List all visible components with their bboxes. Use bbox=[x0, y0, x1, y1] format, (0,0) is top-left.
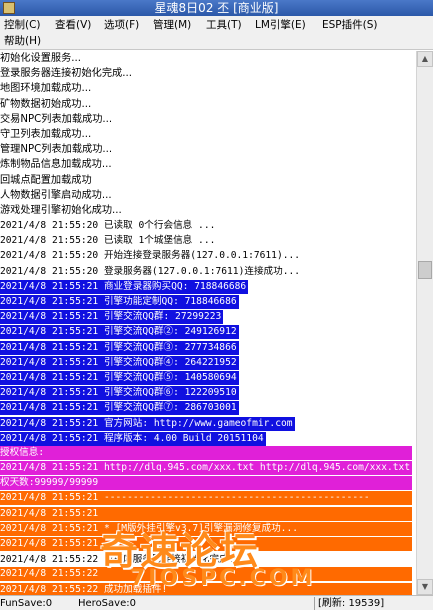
log-line: 2021/4/8 21:55:22 bbox=[0, 567, 416, 582]
log-line: 2021/4/8 21:55:21 引擎交流QQ群: 27299223 bbox=[0, 309, 416, 325]
log-line-text: 2021/4/8 21:55:21 http://dlq.945.com/xxx… bbox=[0, 461, 416, 476]
log-line-text: 2021/4/8 21:55:20 已读取 0个行会信息 ... bbox=[0, 220, 216, 232]
log-line: 2021/4/8 21:55:21 ----------------------… bbox=[0, 491, 416, 506]
log-line-text: 2021/4/8 21:55:22 数据库服务器连接初始化完成... bbox=[0, 554, 247, 566]
log-line: 2021/4/8 21:55:20 已读取 0个行会信息 ... bbox=[0, 218, 416, 233]
log-line-text: 人物数据引擎启动成功... bbox=[0, 189, 112, 201]
log-line: 2021/4/8 21:55:21 * [M版外挂引擎v3.7]引擎漏洞修复成功… bbox=[0, 521, 416, 537]
scrollbar-thumb[interactable] bbox=[418, 261, 432, 279]
menu-bar: 控制(C) 查看(V) 选项(F) 管理(M) 工具(T) LM引擎(E) ES… bbox=[0, 16, 433, 50]
log-line: 管理NPC列表加载成功... bbox=[0, 142, 416, 157]
log-line-text: 2021/4/8 21:55:21 bbox=[0, 506, 412, 521]
log-line-text: 2021/4/8 21:55:21 引擎交流QQ群⑦: 286703001 bbox=[0, 401, 239, 416]
log-line-text: 交易NPC列表加载成功... bbox=[0, 113, 113, 125]
log-line: 2021/4/8 21:55:21 bbox=[0, 506, 416, 522]
log-line-text: 2021/4/8 21:55:21 引擎交流QQ群④: 264221952 bbox=[0, 355, 239, 370]
menu-options[interactable]: 选项(F) bbox=[104, 18, 139, 32]
log-line: 回城点配置加载成功 bbox=[0, 173, 416, 188]
log-line: 初始化设置服务... bbox=[0, 51, 416, 66]
log-line: 2021/4/8 21:55:21 引擎交流QQ群③: 277734866 bbox=[0, 340, 416, 355]
log-line: 2021/4/8 21:55:21 引擎交流QQ群⑥: 122209510 bbox=[0, 385, 416, 401]
log-line-text: 2021/4/8 21:55:20 开始连接登录服务器(127.0.0.1:76… bbox=[0, 250, 301, 262]
log-line-text: 2021/4/8 21:55:20 登录服务器(127.0.0.1:7611)连… bbox=[0, 265, 301, 277]
menu-help[interactable]: 帮助(H) bbox=[4, 34, 41, 48]
log-line: 2021/4/8 21:55:21 引擎交流QQ群⑦: 286703001 bbox=[0, 400, 416, 416]
log-line: 2021/4/8 21:55:21 引擎交流QQ群⑤: 140580694 bbox=[0, 370, 416, 385]
log-line-text: 游戏处理引擎初始化成功... bbox=[0, 204, 122, 216]
log-line-text: 地图环境加载成功... bbox=[0, 83, 92, 95]
log-line-text: 2021/4/8 21:55:21 引擎交流QQ群: 27299223 bbox=[0, 310, 224, 325]
arrow-down-icon[interactable]: ▼ bbox=[417, 579, 433, 595]
log-line-text: 2021/4/8 21:55:21 引擎交流QQ群⑥: 122209510 bbox=[0, 386, 239, 401]
log-line: 炼制物品信息加载成功... bbox=[0, 157, 416, 172]
log-line: 2021/4/8 21:55:22 数据库服务器连接初始化完成... bbox=[0, 552, 416, 567]
log-line-text: 2021/4/8 21:55:21 程序版本: 4.00 Build 20151… bbox=[0, 431, 266, 446]
log-line: 2021/4/8 21:55:20 已读取 1个城堡信息 ... bbox=[0, 233, 416, 248]
log-line-text: 权天数:99999/99999 bbox=[0, 476, 412, 491]
log-line-text: 2021/4/8 21:55:21 引擎交流QQ群③: 277734866 bbox=[0, 340, 239, 355]
log-line-text: 登录服务器连接初始化完成... bbox=[0, 68, 132, 80]
log-line: 矿物数据初始成功... bbox=[0, 97, 416, 112]
log-line-text: 2021/4/8 21:55:20 已读取 1个城堡信息 ... bbox=[0, 235, 216, 247]
menu-control[interactable]: 控制(C) bbox=[4, 18, 41, 32]
log-line: 2021/4/8 21:55:20 登录服务器(127.0.0.1:7611)连… bbox=[0, 264, 416, 279]
log-line: 交易NPC列表加载成功... bbox=[0, 112, 416, 127]
log-line-text: 授权信息: bbox=[0, 445, 412, 460]
menu-lm-engine[interactable]: LM引擎(E) bbox=[255, 18, 306, 32]
log-line: 登录服务器连接初始化完成... bbox=[0, 66, 416, 81]
log-line: 游戏处理引擎初始化成功... bbox=[0, 203, 416, 218]
hero-save-status: HeroSave:0 bbox=[78, 598, 136, 609]
log-line-text: 2021/4/8 21:55:21 * [M版外挂引擎v3.7]引擎漏洞修复成功… bbox=[0, 521, 412, 536]
log-line-text: 初始化设置服务... bbox=[0, 53, 82, 64]
log-line: 2021/4/8 21:55:21 引擎交流QQ群④: 264221952 bbox=[0, 355, 416, 370]
log-line: 权天数:99999/99999 bbox=[0, 476, 416, 491]
log-line: 授权信息: bbox=[0, 445, 416, 461]
log-line: 2021/4/8 21:55:21 引擎交流QQ群②: 249126912 bbox=[0, 324, 416, 340]
log-line: 2021/4/8 21:55:21 引擎功能定制QQ: 718846686 bbox=[0, 294, 416, 309]
log-line: 2021/4/8 21:55:21 bbox=[0, 537, 416, 552]
log-line-text: 矿物数据初始成功... bbox=[0, 98, 92, 110]
menu-manage[interactable]: 管理(M) bbox=[153, 18, 191, 32]
log-line-text: 回城点配置加载成功 bbox=[0, 174, 92, 186]
log-output[interactable]: 初始化设置服务... 登录服务器连接初始化完成... 地图环境加载成功... 矿物数据… bbox=[0, 51, 416, 595]
log-line-text: 2021/4/8 21:55:22 成功加载插件! bbox=[0, 582, 412, 595]
log-line-text: 2021/4/8 21:55:21 商业登录器购买QQ: 718846686 bbox=[0, 279, 249, 294]
log-line-text: 2021/4/8 21:55:21 bbox=[0, 537, 412, 551]
log-line: 2021/4/8 21:55:21 程序版本: 4.00 Build 20151… bbox=[0, 431, 416, 446]
window-title: 星魂8日02 丕 [商业版] bbox=[154, 1, 279, 15]
log-line-text: 管理NPC列表加载成功... bbox=[0, 144, 113, 156]
menu-esp-plugin[interactable]: ESP插件(S) bbox=[322, 18, 378, 32]
log-line-text: 2021/4/8 21:55:21 引擎交流QQ群②: 249126912 bbox=[0, 325, 239, 340]
log-line: 地图环境加载成功... bbox=[0, 81, 416, 96]
log-line-text: 2021/4/8 21:55:21 引擎功能定制QQ: 718846686 bbox=[0, 295, 239, 309]
log-line-text: 守卫列表加载成功... bbox=[0, 128, 92, 140]
log-line-text: 2021/4/8 21:55:21 官方网站: http://www.gameo… bbox=[0, 416, 295, 431]
log-line: 守卫列表加载成功... bbox=[0, 127, 416, 142]
log-line: 2021/4/8 21:55:21 官方网站: http://www.gameo… bbox=[0, 416, 416, 431]
fun-save-status: FunSave:0 bbox=[0, 598, 53, 609]
log-line-text: 2021/4/8 21:55:22 bbox=[0, 567, 412, 582]
vertical-scrollbar[interactable]: ▲ ▼ bbox=[416, 51, 433, 595]
log-line-text: 2021/4/8 21:55:21 引擎交流QQ群⑤: 140580694 bbox=[0, 370, 239, 385]
menu-tools[interactable]: 工具(T) bbox=[206, 18, 242, 32]
log-line: 2021/4/8 21:55:21 商业登录器购买QQ: 718846686 bbox=[0, 279, 416, 294]
log-line: 2021/4/8 21:55:20 开始连接登录服务器(127.0.0.1:76… bbox=[0, 248, 416, 263]
log-line-text: 炼制物品信息加载成功... bbox=[0, 159, 112, 171]
log-line: 人物数据引擎启动成功... bbox=[0, 188, 416, 203]
menu-view[interactable]: 查看(V) bbox=[55, 18, 91, 32]
refresh-status: [刷新: 19539] bbox=[314, 597, 384, 610]
status-bar: FunSave:0 HeroSave:0 [刷新: 19539] bbox=[0, 595, 433, 610]
log-line: 2021/4/8 21:55:21 http://dlq.945.com/xxx… bbox=[0, 461, 416, 476]
arrow-up-icon[interactable]: ▲ bbox=[417, 51, 433, 67]
log-line: 2021/4/8 21:55:22 成功加载插件! bbox=[0, 582, 416, 595]
log-line-text: 2021/4/8 21:55:21 ----------------------… bbox=[0, 491, 412, 506]
title-bar: 星魂8日02 丕 [商业版] bbox=[0, 0, 433, 16]
